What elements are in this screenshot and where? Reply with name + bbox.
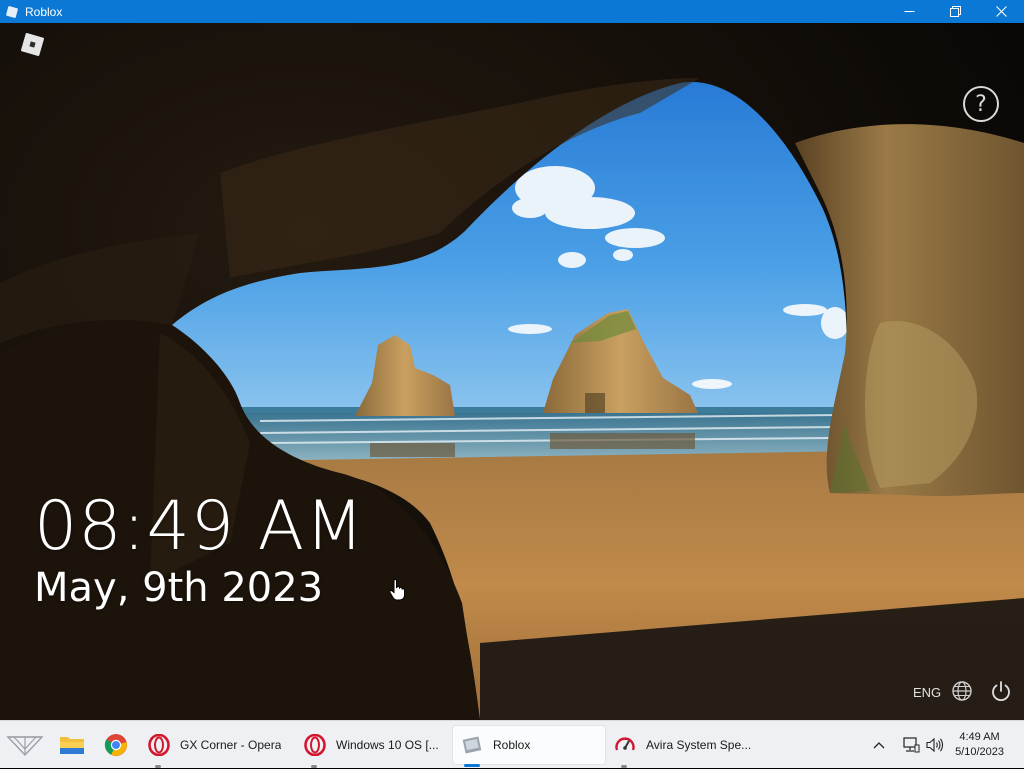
chrome-icon — [104, 733, 127, 756]
opera-icon — [304, 733, 326, 756]
running-indicator — [621, 764, 627, 768]
volume-button[interactable] — [923, 721, 947, 769]
start-button[interactable] — [0, 721, 50, 769]
roblox-icon — [462, 735, 482, 754]
show-hidden-icons-button[interactable] — [867, 721, 891, 769]
network-icon — [903, 736, 920, 752]
running-indicator — [464, 763, 480, 767]
taskbar-chrome[interactable] — [94, 721, 138, 769]
file-explorer-icon — [60, 736, 84, 754]
taskbar-app-label: GX Corner - Opera — [180, 737, 282, 752]
close-button[interactable] — [978, 0, 1024, 23]
network-button[interactable] — [899, 721, 923, 769]
lock-screen[interactable]: ? 08:49 AM May, 9th 2023 ENG — [0, 23, 1024, 720]
start-icon — [6, 735, 44, 756]
taskbar-clock[interactable]: 4:49 AM 5/10/2023 — [947, 730, 1014, 760]
taskbar-app-opera-windows10[interactable]: Windows 10 OS [... — [296, 725, 452, 768]
running-indicator — [155, 764, 161, 768]
roblox-logo[interactable] — [20, 32, 44, 56]
window-controls — [886, 0, 1024, 23]
lock-screen-time: 08:49 AM — [34, 487, 365, 566]
maximize-button[interactable] — [932, 0, 978, 23]
taskbar-app-roblox[interactable]: Roblox — [452, 724, 606, 767]
restore-icon — [949, 6, 961, 17]
opera-icon — [148, 733, 170, 756]
minimize-icon — [904, 11, 914, 12]
taskbar-file-explorer[interactable] — [50, 721, 94, 769]
help-icon[interactable]: ? — [963, 86, 999, 122]
taskbar-app-opera-gx[interactable]: GX Corner - Opera — [140, 725, 296, 768]
language-indicator[interactable]: ENG — [913, 685, 941, 700]
taskbar-time: 4:49 AM — [959, 730, 1000, 743]
wallpaper-cave-beach — [0, 23, 1024, 720]
volume-icon — [926, 737, 944, 752]
avira-speedometer-icon — [615, 736, 635, 750]
roblox-app-icon — [5, 5, 19, 19]
taskbar-date: 5/10/2023 — [955, 745, 1004, 758]
system-tray: 4:49 AM 5/10/2023 — [867, 721, 1024, 769]
power-icon[interactable] — [990, 680, 1012, 702]
hand-cursor-icon — [389, 579, 405, 601]
close-icon — [995, 6, 1007, 17]
running-indicator — [311, 764, 317, 768]
chevron-up-icon — [873, 741, 885, 748]
globe-icon[interactable] — [951, 680, 973, 702]
minimize-button[interactable] — [886, 0, 932, 23]
taskbar: GX Corner - Opera Windows 10 OS [... Rob… — [0, 720, 1024, 768]
taskbar-app-label: Avira System Spe... — [646, 737, 752, 752]
window-title: Roblox — [25, 4, 63, 19]
taskbar-app-label: Windows 10 OS [... — [336, 737, 439, 752]
title-bar[interactable]: Roblox — [0, 0, 1024, 23]
lock-screen-date: May, 9th 2023 — [34, 565, 324, 611]
taskbar-app-label: Roblox — [493, 737, 531, 752]
taskbar-app-avira[interactable]: Avira System Spe... — [606, 725, 762, 768]
